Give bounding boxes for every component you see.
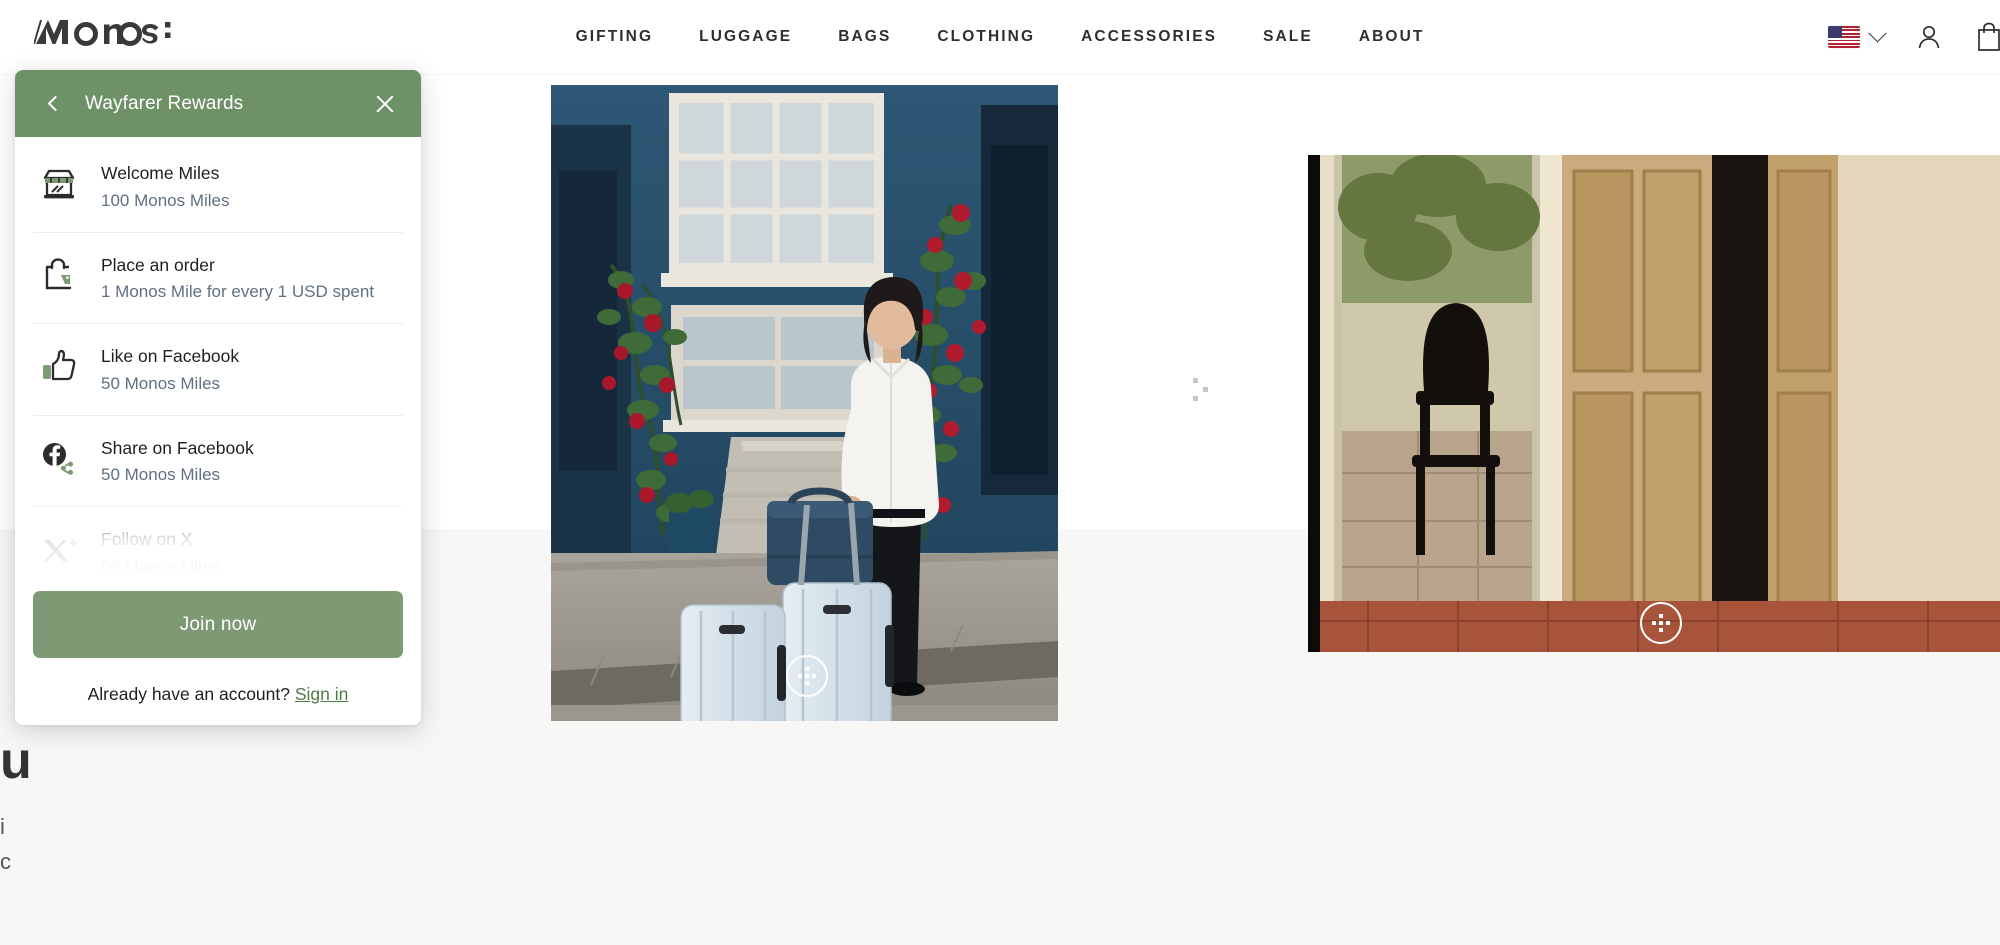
rewards-list: Welcome Miles 100 Monos Miles Place an o… [33,137,403,591]
reward-row-follow-on-x[interactable]: Follow on X 50 Monos Miles [33,507,403,591]
signin-prompt-text: Already have an account? [87,684,295,704]
nav-item-about[interactable]: ABOUT [1336,28,1448,46]
reward-text-block: Place an order 1 Monos Mile for every 1 … [101,252,374,305]
chevron-down-icon [1868,23,1887,42]
chevron-left-icon [47,95,63,112]
carousel-image-right[interactable] [1308,155,1768,652]
cart-button[interactable] [1974,21,2000,53]
photo-interior-continuation [1768,155,2000,652]
reward-subtitle: 1 Monos Mile for every 1 USD spent [101,282,375,302]
carousel-image-right-overflow[interactable] [1768,155,2000,652]
page-root: u i c GIFTING LUGGAGE BAGS CLOTHING ACCE… [0,0,2000,945]
shopping-bag-tag-icon [37,254,81,298]
reward-text-block: Follow on X 50 Monos Miles [101,526,220,579]
rewards-scroll-area[interactable]: Welcome Miles 100 Monos Miles Place an o… [15,137,421,591]
signin-prompt: Already have an account? Sign in [33,684,403,705]
locale-selector[interactable] [1828,23,1887,48]
reward-subtitle: 50 Monos Miles [101,556,221,576]
header-utility-group [1828,0,2000,74]
panel-footer: Join now Already have an account? Sign i… [15,591,421,725]
x-follow-icon [37,528,81,572]
cart-icon [1978,22,2000,51]
reward-row-like-on-facebook[interactable]: Like on Facebook 50 Monos Miles [33,324,403,416]
nav-item-bags[interactable]: BAGS [815,28,914,46]
storefront-icon [37,162,81,206]
background-text-line-2: i [0,814,5,839]
wayfarer-rewards-panel: Wayfarer Rewards Welcome Miles 100 Monos… [15,70,421,725]
reward-row-share-on-facebook[interactable]: Share on Facebook 50 Monos Miles [33,416,403,508]
carousel-image-main[interactable] [551,85,1058,721]
nav-item-sale[interactable]: SALE [1240,28,1336,46]
background-text-line-3: c [0,849,11,875]
us-flag-icon [1828,26,1860,48]
carousel-drag-handle-right[interactable] [1640,602,1682,644]
panel-title: Wayfarer Rewards [85,92,244,114]
site-header: GIFTING LUGGAGE BAGS CLOTHING ACCESSORIE… [0,0,2000,74]
reward-title: Like on Facebook [101,346,240,367]
sign-in-link[interactable]: Sign in [295,684,349,704]
background-text-line-1: u [0,732,32,790]
drag-move-icon [1651,613,1671,633]
reward-row-welcome-miles[interactable]: Welcome Miles 100 Monos Miles [33,141,403,233]
nav-item-gifting[interactable]: GIFTING [553,28,677,46]
reward-subtitle: 50 Monos Miles [101,373,221,393]
reward-title: Welcome Miles [101,163,220,183]
reward-row-place-an-order[interactable]: Place an order 1 Monos Mile for every 1 … [33,233,403,325]
reward-title: Place an order [101,254,215,275]
back-button[interactable] [38,89,68,119]
reward-subtitle: 100 Monos Miles [101,190,230,210]
reward-title: Share on Facebook [101,437,254,458]
background-text-block: u i c [0,735,340,879]
account-button[interactable] [1914,22,1944,52]
panel-header: Wayfarer Rewards [15,70,421,137]
thumbs-up-icon [37,345,81,389]
reward-text-block: Like on Facebook 50 Monos Miles [101,343,239,396]
account-icon [1918,25,1940,49]
primary-navigation: GIFTING LUGGAGE BAGS CLOTHING ACCESSORIE… [0,0,2000,74]
carousel-resize-indicator[interactable] [1193,378,1215,402]
join-now-button[interactable]: Join now [33,591,403,658]
reward-title: Follow on X [101,529,193,550]
nav-item-luggage[interactable]: LUGGAGE [676,28,815,46]
nav-item-accessories[interactable]: ACCESSORIES [1058,28,1240,46]
reward-text-block: Share on Facebook 50 Monos Miles [101,435,254,488]
reward-text-block: Welcome Miles 100 Monos Miles [101,160,230,213]
close-button[interactable] [372,91,398,117]
nav-item-clothing[interactable]: CLOTHING [914,28,1058,46]
carousel-drag-handle-main[interactable] [786,655,828,697]
photo-interior-doorway [1308,155,1768,652]
facebook-share-icon [37,437,81,481]
reward-subtitle: 50 Monos Miles [101,465,221,485]
photo-woman-with-luggage [551,85,1058,721]
drag-move-icon [797,666,817,686]
